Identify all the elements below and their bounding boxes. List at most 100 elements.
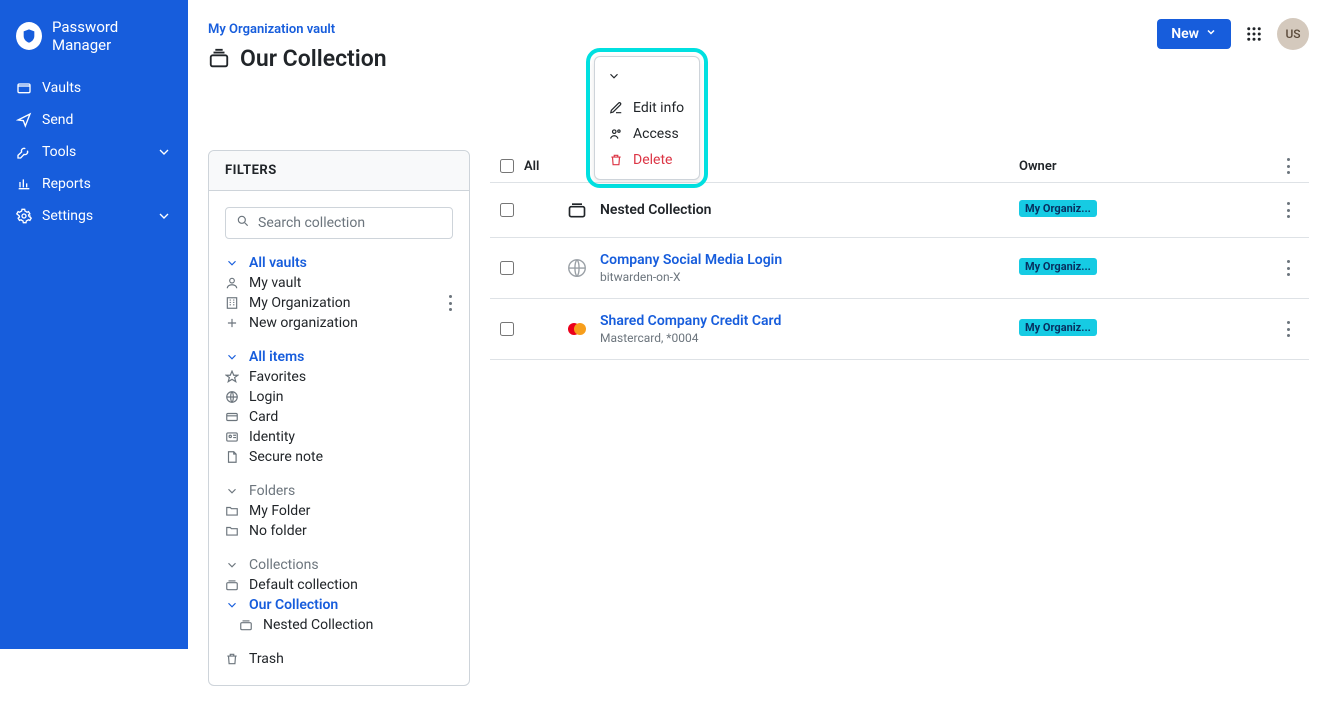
chevron-down-icon bbox=[156, 208, 172, 224]
row-title[interactable]: Shared Company Credit Card bbox=[600, 313, 1019, 329]
sidebar-item-reports[interactable]: Reports bbox=[0, 168, 188, 200]
sidebar-item-vaults[interactable]: Vaults bbox=[0, 72, 188, 104]
breadcrumb[interactable]: My Organization vault bbox=[208, 22, 387, 37]
filter-label: No folder bbox=[249, 523, 307, 539]
new-button[interactable]: New bbox=[1157, 19, 1231, 49]
chevron-down-icon bbox=[225, 598, 239, 612]
brand-logo-icon bbox=[16, 22, 42, 50]
col-owner[interactable]: Owner bbox=[1019, 159, 1269, 174]
filter-card[interactable]: Card bbox=[225, 407, 453, 427]
filter-secure-note[interactable]: Secure note bbox=[225, 447, 453, 467]
sidebar-item-label: Reports bbox=[42, 176, 91, 192]
search-input[interactable] bbox=[258, 215, 442, 231]
filter-my-vault[interactable]: My vault bbox=[225, 273, 453, 293]
filter-nested-collection[interactable]: Nested Collection bbox=[225, 615, 453, 635]
filter-label: Secure note bbox=[249, 449, 323, 465]
filter-favorites[interactable]: Favorites bbox=[225, 367, 453, 387]
row-checkbox[interactable] bbox=[500, 203, 514, 217]
filter-new-organization[interactable]: New organization bbox=[225, 313, 453, 333]
row-checkbox[interactable] bbox=[500, 322, 514, 336]
owner-badge: My Organiz... bbox=[1019, 200, 1097, 217]
dropdown-item-label: Delete bbox=[633, 152, 672, 168]
filter-heading: FILTERS bbox=[209, 151, 469, 191]
filter-all-vaults[interactable]: All vaults bbox=[225, 253, 453, 273]
app-switcher-icon[interactable] bbox=[1245, 25, 1263, 43]
edit-icon bbox=[609, 101, 623, 115]
filter-label: New organization bbox=[249, 315, 358, 331]
card-icon bbox=[225, 410, 239, 424]
star-icon bbox=[225, 370, 239, 384]
chevron-down-icon bbox=[225, 256, 239, 270]
content-body: FILTERS All vaults My vault bbox=[188, 50, 1329, 706]
filter-folders-header[interactable]: Folders bbox=[225, 481, 453, 501]
filter-all-items[interactable]: All items bbox=[225, 347, 453, 367]
col-all[interactable]: All bbox=[524, 159, 554, 174]
globe-icon bbox=[225, 390, 239, 404]
row-subtitle: bitwarden-on-X bbox=[600, 270, 1019, 284]
brand: Password Manager bbox=[0, 18, 188, 72]
filter-label: All items bbox=[249, 349, 304, 365]
row-checkbox[interactable] bbox=[500, 261, 514, 275]
sidebar-item-send[interactable]: Send bbox=[0, 104, 188, 136]
table-row: Shared Company Credit Card Mastercard, *… bbox=[490, 299, 1309, 360]
filter-label: My Organization bbox=[249, 295, 350, 311]
chevron-down-icon bbox=[156, 144, 172, 160]
filter-label: My vault bbox=[249, 275, 301, 291]
collection-icon bbox=[239, 618, 253, 632]
tools-icon bbox=[16, 144, 32, 160]
filter-my-organization[interactable]: My Organization bbox=[225, 293, 453, 313]
select-all-checkbox[interactable] bbox=[500, 159, 514, 173]
filter-login[interactable]: Login bbox=[225, 387, 453, 407]
globe-icon bbox=[564, 255, 590, 281]
filter-my-folder[interactable]: My Folder bbox=[225, 501, 453, 521]
gear-icon bbox=[16, 208, 32, 224]
sidebar-item-settings[interactable]: Settings bbox=[0, 200, 188, 232]
dropdown-item-delete[interactable]: Delete bbox=[595, 147, 699, 173]
dropdown-item-access[interactable]: Access bbox=[595, 121, 699, 147]
dropdown-trigger[interactable] bbox=[595, 63, 699, 95]
main-area: New US My Organization vault Our Collect… bbox=[188, 0, 1329, 649]
filter-default-collection[interactable]: Default collection bbox=[225, 575, 453, 595]
vault-table: All Name Owner Nested Collection My O bbox=[490, 150, 1309, 686]
header-more-icon[interactable] bbox=[1269, 158, 1309, 174]
row-more-icon[interactable] bbox=[1269, 321, 1309, 337]
filter-label: Our Collection bbox=[249, 597, 338, 613]
filter-label: Default collection bbox=[249, 577, 358, 593]
row-more-icon[interactable] bbox=[1269, 260, 1309, 276]
filter-label: Folders bbox=[249, 483, 295, 499]
filter-label: Login bbox=[249, 389, 284, 405]
row-subtitle: Mastercard, *0004 bbox=[600, 331, 1019, 345]
users-icon bbox=[609, 127, 623, 141]
dropdown-item-edit[interactable]: Edit info bbox=[595, 95, 699, 121]
filter-identity[interactable]: Identity bbox=[225, 427, 453, 447]
chevron-down-icon bbox=[1205, 26, 1217, 42]
trash-icon bbox=[609, 153, 623, 167]
row-title[interactable]: Nested Collection bbox=[600, 202, 1019, 218]
collection-dropdown: Edit info Access Delete bbox=[594, 56, 700, 180]
row-title[interactable]: Company Social Media Login bbox=[600, 252, 1019, 268]
filter-collections-header[interactable]: Collections bbox=[225, 555, 453, 575]
more-icon[interactable] bbox=[449, 295, 453, 311]
filter-our-collection[interactable]: Our Collection bbox=[225, 595, 453, 615]
sidebar-item-tools[interactable]: Tools bbox=[0, 136, 188, 168]
user-icon bbox=[225, 276, 239, 290]
search-icon bbox=[236, 214, 250, 232]
vault-icon bbox=[16, 80, 32, 96]
avatar-initials: US bbox=[1285, 27, 1300, 41]
folder-icon bbox=[225, 524, 239, 538]
search-box[interactable] bbox=[225, 207, 453, 239]
filter-no-folder[interactable]: No folder bbox=[225, 521, 453, 541]
sidebar-item-label: Settings bbox=[42, 208, 93, 224]
page-title-row: Our Collection bbox=[208, 45, 387, 72]
avatar[interactable]: US bbox=[1277, 18, 1309, 50]
content-header: My Organization vault Our Collection bbox=[188, 22, 407, 72]
filter-trash[interactable]: Trash bbox=[225, 649, 453, 669]
sidebar-item-label: Tools bbox=[42, 144, 76, 160]
filter-label: Trash bbox=[249, 651, 284, 667]
org-icon bbox=[225, 296, 239, 310]
row-more-icon[interactable] bbox=[1269, 202, 1309, 218]
filter-label: All vaults bbox=[249, 255, 307, 271]
reports-icon bbox=[16, 176, 32, 192]
owner-badge: My Organiz... bbox=[1019, 319, 1097, 336]
table-row: Company Social Media Login bitwarden-on-… bbox=[490, 238, 1309, 299]
